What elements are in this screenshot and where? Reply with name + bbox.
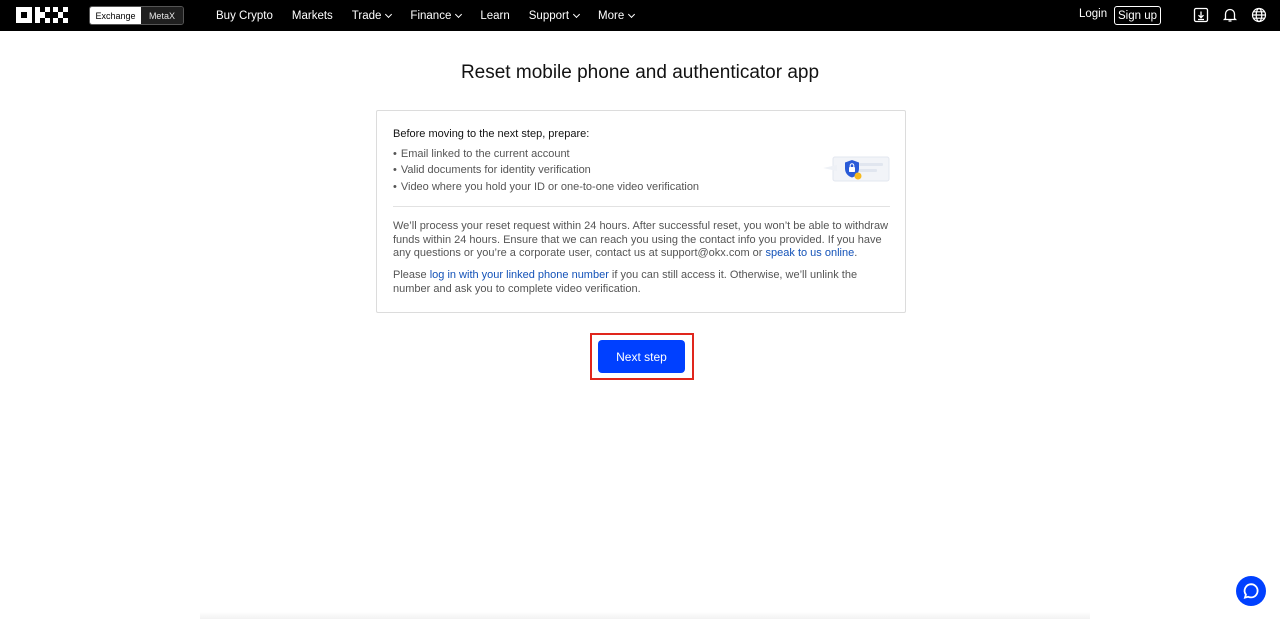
period-text: . <box>854 247 858 260</box>
metax-tab[interactable]: MetaX <box>140 7 183 24</box>
menu-label: Trade <box>351 9 382 22</box>
next-step-button[interactable]: Next step <box>598 340 685 373</box>
chat-support-button[interactable] <box>1236 576 1266 606</box>
menu-trade[interactable]: Trade <box>351 9 393 22</box>
menu-label: More <box>598 9 625 22</box>
menu-label: Markets <box>291 9 333 22</box>
list-item: Valid documents for identity verificatio… <box>393 162 699 178</box>
menu-finance[interactable]: Finance <box>410 9 463 22</box>
chevron-down-icon <box>628 10 636 18</box>
menu-more[interactable]: More <box>598 9 636 22</box>
globe-icon[interactable] <box>1251 7 1267 23</box>
prepare-heading: Before moving to the next step, prepare: <box>393 128 590 140</box>
menu-markets[interactable]: Markets <box>292 10 333 22</box>
menu-label: Finance <box>410 9 452 22</box>
bell-icon[interactable] <box>1222 7 1238 23</box>
speak-online-link[interactable]: speak to us online <box>766 247 855 259</box>
chevron-down-icon <box>385 10 393 18</box>
menu-label: Learn <box>480 9 510 22</box>
menu-buy-crypto[interactable]: Buy Crypto <box>216 10 273 22</box>
page-title: Reset mobile phone and authenticator app <box>460 62 820 83</box>
chat-bubble-icon <box>1243 583 1259 599</box>
okx-logo[interactable] <box>16 7 72 23</box>
chevron-down-icon <box>455 10 463 18</box>
login-info-paragraph: Please log in with your linked phone num… <box>393 269 891 296</box>
bottom-shadow <box>200 612 1090 619</box>
list-item: Video where you hold your ID or one-to-o… <box>393 179 699 195</box>
main-menu: Buy Crypto Markets Trade Finance Learn S… <box>216 0 653 31</box>
divider <box>393 206 890 207</box>
list-item: Email linked to the current account <box>393 146 699 162</box>
download-icon[interactable] <box>1193 7 1209 23</box>
menu-learn[interactable]: Learn <box>480 10 509 22</box>
exchange-tab[interactable]: Exchange <box>90 7 141 24</box>
top-navbar: Exchange MetaX Buy Crypto Markets Trade … <box>0 0 1280 31</box>
exchange-metax-toggle: Exchange MetaX <box>89 6 184 25</box>
signup-button[interactable]: Sign up <box>1114 6 1161 25</box>
requirements-card: Before moving to the next step, prepare:… <box>376 110 906 313</box>
login-link[interactable]: Login <box>1079 8 1107 20</box>
requirements-list: Email linked to the current account Vali… <box>393 146 699 195</box>
menu-label: Support <box>528 9 570 22</box>
chevron-down-icon <box>573 10 581 18</box>
security-shield-illustration <box>823 156 890 182</box>
login-info-text: Please <box>393 269 430 281</box>
login-linked-phone-link[interactable]: log in with your linked phone number <box>430 269 609 281</box>
reset-info-paragraph: We’ll process your reset request within … <box>393 220 891 261</box>
menu-label: Buy Crypto <box>216 9 273 22</box>
menu-support[interactable]: Support <box>528 9 581 22</box>
